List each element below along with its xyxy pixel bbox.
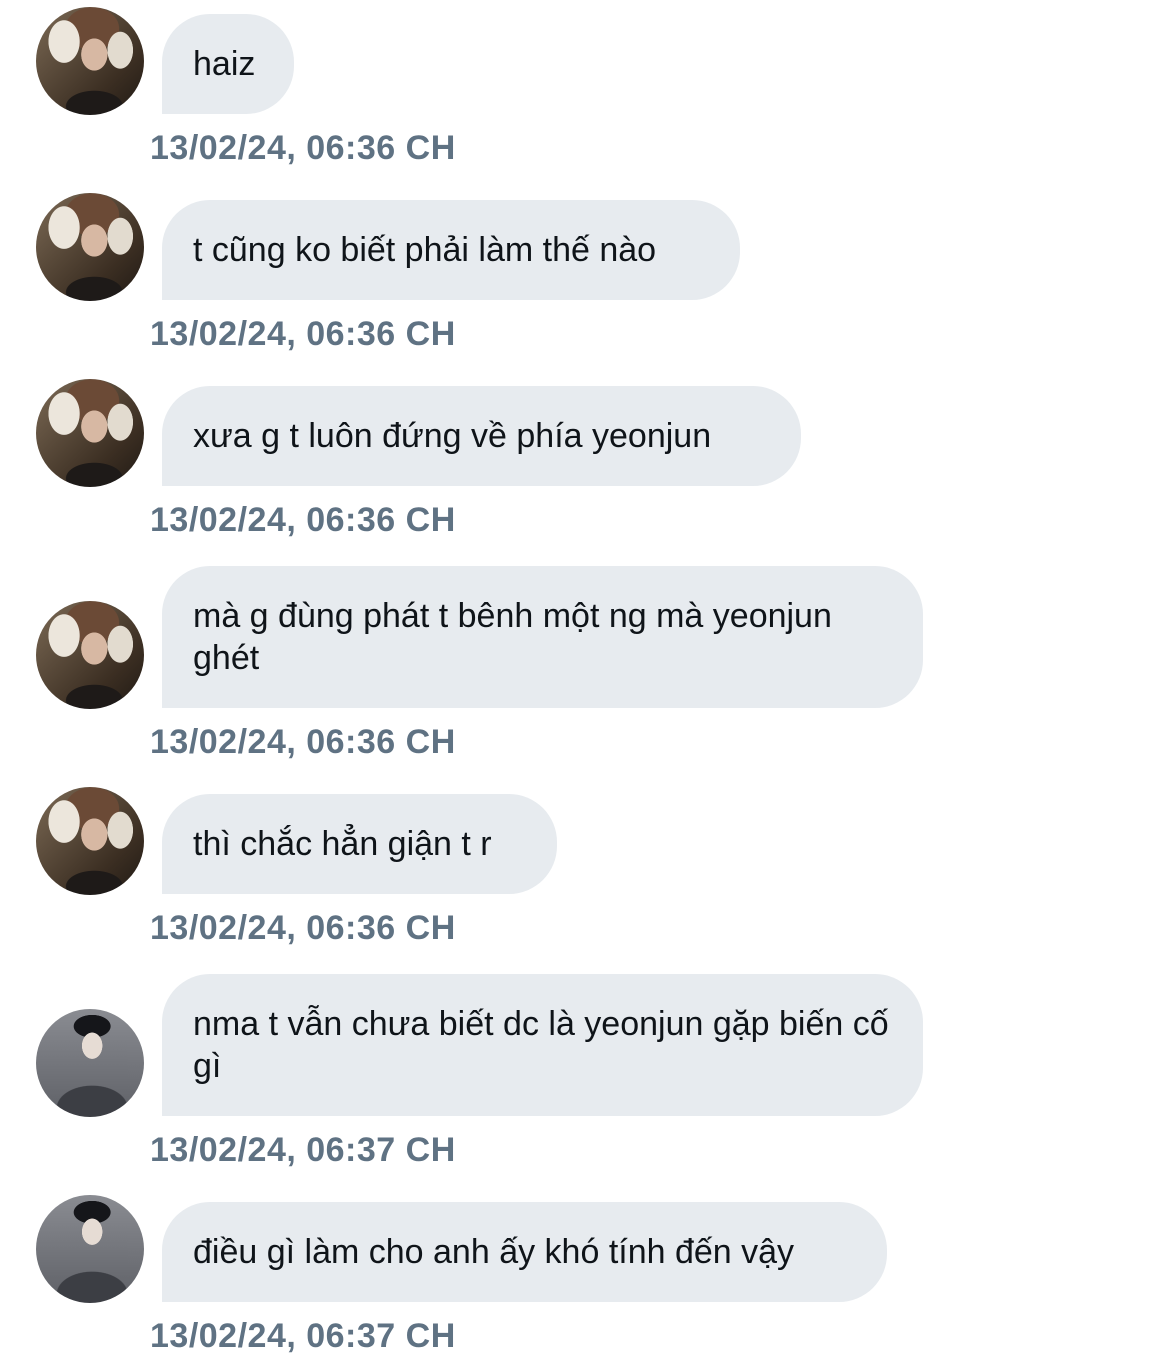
- message-timestamp: 13/02/24, 06:37 CH: [150, 1317, 456, 1355]
- message-text: nma t vẫn chưa biết dc là yeonjun gặp bi…: [193, 1005, 889, 1085]
- avatar[interactable]: [36, 601, 144, 709]
- avatar[interactable]: [36, 1195, 144, 1303]
- message-bubble[interactable]: xưa g t luôn đứng về phía yeonjun: [162, 386, 801, 486]
- message-bubble[interactable]: t cũng ko biết phải làm thế nào: [162, 200, 740, 300]
- message-text: thì chắc hẳn giận t r: [193, 825, 492, 863]
- message-text: điều gì làm cho anh ấy khó tính đến vậy: [193, 1233, 795, 1271]
- message-bubble[interactable]: điều gì làm cho anh ấy khó tính đến vậy: [162, 1202, 887, 1302]
- message-bubble[interactable]: haiz: [162, 14, 294, 114]
- message-timestamp: 13/02/24, 06:36 CH: [150, 501, 456, 539]
- message-timestamp: 13/02/24, 06:37 CH: [150, 1131, 456, 1169]
- message-text: mà g đùng phát t bênh một ng mà yeonjun …: [193, 597, 832, 677]
- message-timestamp: 13/02/24, 06:36 CH: [150, 315, 456, 353]
- avatar[interactable]: [36, 1009, 144, 1117]
- message-text: t cũng ko biết phải làm thế nào: [193, 231, 657, 269]
- message-timestamp: 13/02/24, 06:36 CH: [150, 723, 456, 761]
- avatar[interactable]: [36, 379, 144, 487]
- message-timestamp: 13/02/24, 06:36 CH: [150, 129, 456, 167]
- avatar[interactable]: [36, 7, 144, 115]
- message-bubble[interactable]: thì chắc hẳn giận t r: [162, 794, 557, 894]
- message-thread: haiz 13/02/24, 06:36 CH t cũng ko biết p…: [0, 0, 1170, 1371]
- avatar[interactable]: [36, 787, 144, 895]
- message-bubble[interactable]: nma t vẫn chưa biết dc là yeonjun gặp bi…: [162, 974, 923, 1116]
- message-timestamp: 13/02/24, 06:36 CH: [150, 909, 456, 947]
- message-text: haiz: [193, 45, 256, 83]
- message-bubble[interactable]: mà g đùng phát t bênh một ng mà yeonjun …: [162, 566, 923, 708]
- message-text: xưa g t luôn đứng về phía yeonjun: [193, 417, 712, 455]
- avatar[interactable]: [36, 193, 144, 301]
